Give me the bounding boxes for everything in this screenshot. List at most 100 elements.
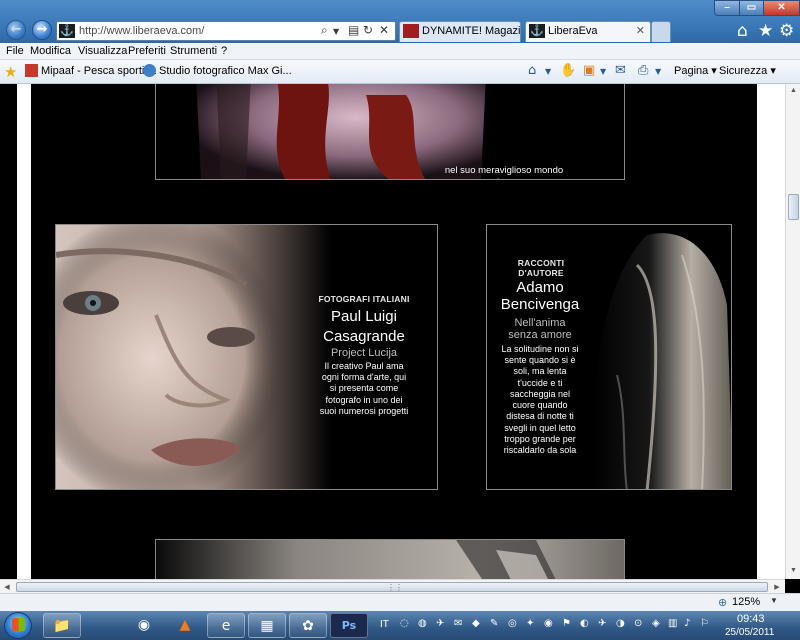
tray-icon[interactable]: ✉ — [454, 618, 462, 629]
menu-file[interactable]: File — [6, 45, 24, 57]
status-bar: ⊕ 125% ▼ — [0, 593, 800, 611]
featured-card-top[interactable]: nel suo meraviglioso mondo colorato — [155, 84, 625, 180]
flag-icon[interactable]: ⚐ — [700, 618, 709, 629]
excerpt-line: si presenta come — [329, 383, 399, 394]
volume-icon[interactable]: ♪ — [684, 618, 690, 629]
article-subtitle: Project Lucija — [330, 347, 398, 360]
hand-icon[interactable]: ✋ — [560, 63, 576, 78]
excerpt-line: distesa di notte ti — [506, 411, 574, 422]
favorites-icon[interactable]: ★ — [4, 63, 17, 81]
horizontal-scrollbar[interactable]: ◀ ⋮⋮ ▶ — [0, 579, 785, 593]
favorites-bar: ★ Mipaaf - Pesca sportiva Studio fotogra… — [0, 60, 800, 84]
menu-strumenti[interactable]: Strumenti — [170, 45, 217, 57]
liberaeva-favicon-icon: ⚓ — [529, 24, 545, 38]
print-icon[interactable]: ⎙ — [638, 63, 648, 78]
dropdown-arrow-icon[interactable]: ▼ — [655, 67, 661, 76]
favorite-studio[interactable]: Studio fotografico Max Gi... — [143, 64, 292, 77]
tab-dynamite[interactable]: DYNAMITE! Magazine ... — [399, 21, 521, 42]
excerpt-line: riscaldarlo da sola — [503, 445, 577, 456]
tray-icon[interactable]: ◑ — [616, 618, 625, 629]
start-button[interactable] — [4, 612, 32, 639]
stop-icon[interactable]: ✕ — [379, 23, 389, 37]
vertical-scrollbar[interactable]: ▲ ▼ — [785, 84, 800, 579]
tray-icon[interactable]: ✦ — [526, 618, 534, 629]
excerpt-line: suoi numerosi progetti — [319, 405, 409, 416]
article-card-paul[interactable]: FOTOGRAFI ITALIANI Paul Luigi Casagrande… — [55, 224, 438, 490]
search-icon[interactable]: ⌕ — [321, 23, 328, 38]
close-window-button[interactable]: ✕ — [763, 0, 800, 16]
page-menu-button[interactable]: Pagina ▾ — [674, 64, 717, 77]
tray-icon[interactable]: ◉ — [544, 618, 553, 629]
home-icon[interactable]: ⌂ — [737, 21, 748, 41]
menu-help[interactable]: ? — [221, 45, 227, 57]
minimize-button[interactable]: – — [714, 0, 740, 16]
internet-explorer-taskbar-button[interactable]: e — [207, 613, 245, 638]
clock-time[interactable]: 09:43 — [737, 613, 765, 625]
horizontal-scroll-thumb[interactable]: ⋮⋮ — [16, 582, 768, 592]
scroll-left-icon[interactable]: ◀ — [2, 583, 12, 591]
zoom-icon[interactable]: ⊕ — [718, 596, 727, 609]
browser-title-bar: ← → ⚓ http://www.liberaeva.com/ ⌕ ▼ ▤ ↻ … — [0, 0, 800, 43]
home-icon[interactable]: ⌂ — [528, 63, 536, 78]
clock-date[interactable]: 25/05/2011 — [725, 627, 774, 638]
menu-visualizza[interactable]: Visualizza — [78, 45, 127, 57]
page-margin-left — [17, 84, 31, 579]
close-tab-icon[interactable]: ✕ — [636, 22, 645, 41]
dropdown-arrow-icon[interactable]: ▼ — [333, 27, 339, 36]
explorer-taskbar-button[interactable]: 📁 — [43, 613, 81, 638]
address-bar[interactable]: ⚓ http://www.liberaeva.com/ ⌕ ▼ ▤ ↻ ✕ — [56, 21, 396, 41]
menu-bar: File Modifica Visualizza Preferiti Strum… — [0, 43, 800, 60]
photoshop-taskbar-button[interactable]: Ps — [330, 613, 368, 638]
tray-icon[interactable]: ◎ — [508, 618, 517, 629]
article-card-adamo[interactable]: RACCONTI D'AUTORE Adamo Bencivenga Nell'… — [486, 224, 732, 490]
gear-icon[interactable]: ⚙ — [779, 21, 794, 41]
photo-viewer-taskbar-button[interactable]: ▦ — [248, 613, 286, 638]
tray-icon[interactable]: ◆ — [472, 618, 480, 629]
page-viewport: nel suo meraviglioso mondo colorato — [17, 84, 785, 579]
vertical-scroll-thumb[interactable] — [788, 194, 799, 220]
media-taskbar-button[interactable]: ◉ — [125, 613, 163, 638]
scroll-right-icon[interactable]: ▶ — [772, 583, 782, 591]
zoom-level[interactable]: 125% — [732, 596, 760, 608]
app-taskbar-button[interactable]: ✿ — [289, 613, 327, 638]
excerpt-line: Il creativo Paul ama — [324, 360, 404, 371]
menu-modifica[interactable]: Modifica — [30, 45, 71, 57]
tray-icon[interactable]: ✈ — [598, 618, 606, 629]
tray-icon[interactable]: ✎ — [490, 618, 498, 629]
compatibility-icon[interactable]: ▤ — [348, 23, 359, 37]
tray-icon[interactable]: ◌ — [400, 618, 409, 629]
new-tab-button[interactable] — [651, 21, 671, 42]
language-indicator[interactable]: IT — [380, 619, 389, 630]
featured-card-bottom[interactable] — [155, 539, 625, 579]
maximize-button[interactable]: ▭ — [739, 0, 764, 16]
category-label: D'AUTORE — [518, 267, 564, 278]
vlc-taskbar-button[interactable]: ▲ — [166, 613, 204, 638]
forward-button[interactable]: → — [32, 20, 52, 40]
article-title: Bencivenga — [500, 296, 580, 314]
address-text: http://www.liberaeva.com/ — [79, 25, 205, 37]
tray-icon[interactable]: ◈ — [652, 618, 660, 629]
top-card-text: nel suo meraviglioso mondo colorato — [444, 165, 564, 179]
tray-icon[interactable]: ◐ — [580, 618, 589, 629]
mail-icon[interactable]: ✉ — [615, 63, 626, 78]
security-menu-button[interactable]: Sicurezza ▾ — [719, 64, 776, 77]
dropdown-arrow-icon[interactable]: ▼ — [600, 67, 606, 76]
scroll-up-icon[interactable]: ▲ — [786, 87, 800, 94]
favorite-mipaaf[interactable]: Mipaaf - Pesca sportiva — [25, 64, 156, 77]
tab-liberaeva[interactable]: ⚓ LiberaEva ✕ — [525, 21, 651, 42]
tray-icon[interactable]: ⚑ — [562, 618, 571, 629]
favorites-star-icon[interactable]: ★ — [758, 21, 773, 41]
dropdown-arrow-icon[interactable]: ▼ — [770, 596, 778, 605]
tray-icon[interactable]: ✈ — [436, 618, 444, 629]
tray-icon[interactable]: ◍ — [418, 618, 427, 629]
article-subtitle: Nell'anima — [514, 316, 566, 329]
network-icon[interactable]: ▥ — [668, 618, 677, 629]
dropdown-arrow-icon[interactable]: ▼ — [545, 67, 551, 76]
refresh-icon[interactable]: ↻ — [363, 23, 373, 37]
tray-icon[interactable]: ⊙ — [634, 618, 642, 629]
scroll-down-icon[interactable]: ▼ — [786, 567, 800, 574]
back-button[interactable]: ← — [6, 20, 26, 40]
rss-feed-icon[interactable]: ▣ — [583, 63, 595, 78]
menu-preferiti[interactable]: Preferiti — [128, 45, 166, 57]
ie-page-icon — [143, 64, 156, 77]
